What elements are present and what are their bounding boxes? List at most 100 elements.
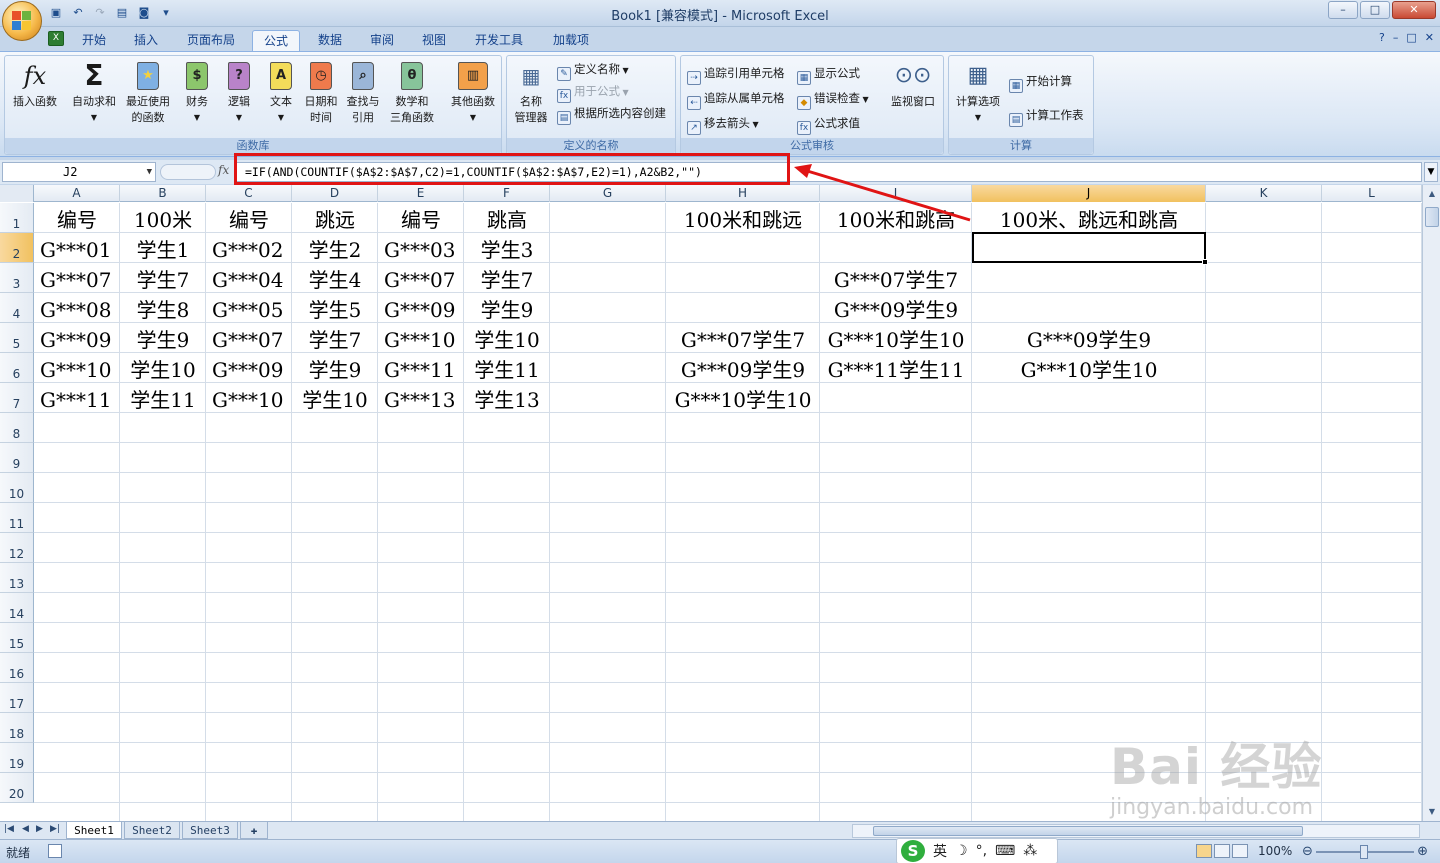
cell-a5[interactable]: G***09 xyxy=(34,323,120,353)
row-header-9[interactable]: 9 xyxy=(0,443,34,473)
column-header-k[interactable]: K xyxy=(1206,185,1322,202)
cell-h7[interactable]: G***10学生10 xyxy=(666,383,820,413)
cell-a4[interactable]: G***08 xyxy=(34,293,120,323)
cell-b2[interactable]: 学生1 xyxy=(120,233,206,263)
select-all-corner[interactable] xyxy=(0,185,34,202)
cell-e3[interactable]: G***07 xyxy=(378,263,464,293)
row-header-15[interactable]: 15 xyxy=(0,623,34,653)
cell-a3[interactable]: G***07 xyxy=(34,263,120,293)
text-button[interactable]: A 文本 ▼ xyxy=(261,60,301,126)
cell-d7[interactable]: 学生10 xyxy=(292,383,378,413)
column-header-f[interactable]: F xyxy=(464,185,550,202)
cell-b7[interactable]: 学生11 xyxy=(120,383,206,413)
cell-a6[interactable]: G***10 xyxy=(34,353,120,383)
cell-c4[interactable]: G***05 xyxy=(206,293,292,323)
cell-e6[interactable]: G***11 xyxy=(378,353,464,383)
row-header-8[interactable]: 8 xyxy=(0,413,34,443)
cell-b6[interactable]: 学生10 xyxy=(120,353,206,383)
ribbon-restore-icon[interactable]: □ xyxy=(1406,31,1416,44)
page-break-view-icon[interactable] xyxy=(1232,844,1248,858)
define-name-button[interactable]: ✎ 定义名称 ▼ xyxy=(557,60,629,81)
first-sheet-icon[interactable]: |◀ xyxy=(4,824,14,834)
cell-e4[interactable]: G***09 xyxy=(378,293,464,323)
next-sheet-icon[interactable]: ▶ xyxy=(36,824,43,834)
help-icon[interactable]: ? xyxy=(1379,31,1385,44)
cell-i3[interactable]: G***07学生7 xyxy=(820,263,972,293)
restore-button[interactable]: □ xyxy=(1360,1,1390,19)
cell-b5[interactable]: 学生9 xyxy=(120,323,206,353)
cell-b1[interactable]: 100米 xyxy=(120,203,206,233)
row-header-4[interactable]: 4 xyxy=(0,293,34,323)
close-button[interactable]: ✕ xyxy=(1392,1,1436,19)
formula-bar-splitter-icon[interactable] xyxy=(160,164,216,180)
column-header-h[interactable]: H xyxy=(666,185,820,202)
keyboard-icon[interactable]: ⌨ xyxy=(995,843,1015,859)
row-header-12[interactable]: 12 xyxy=(0,533,34,563)
cell-b3[interactable]: 学生7 xyxy=(120,263,206,293)
column-header-d[interactable]: D xyxy=(292,185,378,202)
show-formulas-button[interactable]: ▦ 显示公式 xyxy=(797,64,860,85)
prev-sheet-icon[interactable]: ◀ xyxy=(22,824,29,834)
cell-f1[interactable]: 跳高 xyxy=(464,203,550,233)
math-button[interactable]: θ 数学和 三角函数 xyxy=(385,60,439,126)
cell-f2[interactable]: 学生3 xyxy=(464,233,550,263)
remove-arrows-button[interactable]: ↗ 移去箭头 ▼ xyxy=(687,114,759,135)
column-header-i[interactable]: I xyxy=(820,185,972,202)
cell-h6[interactable]: G***09学生9 xyxy=(666,353,820,383)
chevron-down-icon[interactable]: ▼ xyxy=(147,163,152,181)
row-header-6[interactable]: 6 xyxy=(0,353,34,383)
cell-f4[interactable]: 学生9 xyxy=(464,293,550,323)
trace-precedents-button[interactable]: ⇢ 追踪引用单元格 xyxy=(687,64,785,85)
row-header-5[interactable]: 5 xyxy=(0,323,34,353)
tab-formulas[interactable]: 公式 xyxy=(252,30,300,51)
moon-icon[interactable]: ☽ xyxy=(955,843,968,859)
cell-a1[interactable]: 编号 xyxy=(34,203,120,233)
column-header-l[interactable]: L xyxy=(1322,185,1422,202)
zoom-level[interactable]: 100% xyxy=(1258,844,1292,858)
cell-d3[interactable]: 学生4 xyxy=(292,263,378,293)
cell-c1[interactable]: 编号 xyxy=(206,203,292,233)
cell-i6[interactable]: G***11学生11 xyxy=(820,353,972,383)
column-header-b[interactable]: B xyxy=(120,185,206,202)
scroll-down-icon[interactable]: ▼ xyxy=(1425,805,1439,819)
watch-window-button[interactable]: ⊙⊙ 监视窗口 xyxy=(885,60,941,110)
row-header-10[interactable]: 10 xyxy=(0,473,34,503)
column-header-c[interactable]: C xyxy=(206,185,292,202)
tab-view[interactable]: 视图 xyxy=(412,30,456,51)
punctuation-icon[interactable]: °, xyxy=(976,843,987,859)
financial-button[interactable]: $ 财务 ▼ xyxy=(177,60,217,126)
vertical-scrollbar[interactable]: ▲ ▼ xyxy=(1422,185,1440,821)
row-header-7[interactable]: 7 xyxy=(0,383,34,413)
insert-sheet-icon[interactable]: ✚ xyxy=(240,822,268,839)
cell-e1[interactable]: 编号 xyxy=(378,203,464,233)
error-checking-button[interactable]: ◆ 错误检查 ▼ xyxy=(797,89,869,110)
tab-data[interactable]: 数据 xyxy=(308,30,352,51)
zoom-in-icon[interactable]: ⊕ xyxy=(1417,844,1428,859)
zoom-knob[interactable] xyxy=(1360,845,1368,859)
cell-f3[interactable]: 学生7 xyxy=(464,263,550,293)
lookup-button[interactable]: ⌕ 查找与 引用 xyxy=(343,60,383,126)
row-header-17[interactable]: 17 xyxy=(0,683,34,713)
vertical-scroll-thumb[interactable] xyxy=(1425,207,1439,227)
more-functions-button[interactable]: ▥ 其他函数 ▼ xyxy=(445,60,501,126)
row-header-20[interactable]: 20 xyxy=(0,773,34,803)
cell-d4[interactable]: 学生5 xyxy=(292,293,378,323)
recent-functions-button[interactable]: ★ 最近使用 的函数 xyxy=(121,60,175,126)
office-button[interactable] xyxy=(2,1,42,41)
cell-d5[interactable]: 学生7 xyxy=(292,323,378,353)
name-box[interactable]: J2 ▼ xyxy=(2,162,156,182)
row-header-18[interactable]: 18 xyxy=(0,713,34,743)
horizontal-scroll-thumb[interactable] xyxy=(873,826,1303,836)
zoom-slider[interactable]: ⊖ ⊕ xyxy=(1300,844,1430,859)
cell-j5[interactable]: G***09学生9 xyxy=(972,323,1206,353)
cell-c6[interactable]: G***09 xyxy=(206,353,292,383)
column-header-e[interactable]: E xyxy=(378,185,464,202)
ribbon-close-icon[interactable]: ✕ xyxy=(1425,31,1434,44)
row-header-1[interactable]: 1 xyxy=(0,203,34,233)
calc-sheet-button[interactable]: ▤ 计算工作表 xyxy=(1009,106,1084,127)
name-manager-button[interactable]: ▦ 名称 管理器 xyxy=(509,60,553,126)
fill-handle[interactable] xyxy=(1202,259,1208,265)
autosum-button[interactable]: Σ 自动求和 ▼ xyxy=(67,60,121,126)
row-header-14[interactable]: 14 xyxy=(0,593,34,623)
cell-e5[interactable]: G***10 xyxy=(378,323,464,353)
